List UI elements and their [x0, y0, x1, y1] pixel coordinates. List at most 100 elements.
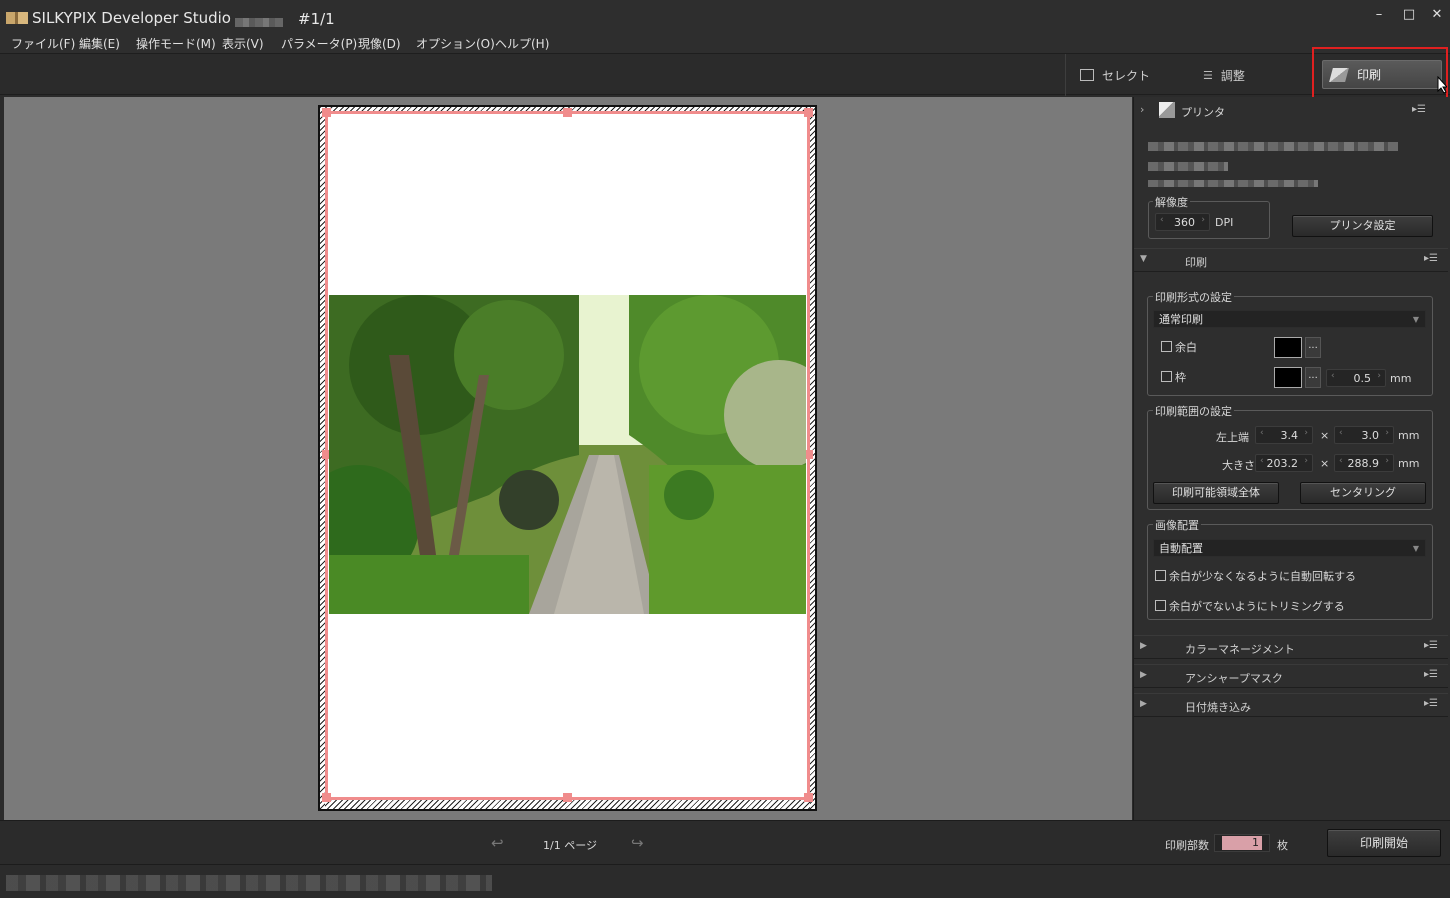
size-unit: mm: [1398, 457, 1420, 470]
print-menu-icon[interactable]: ▸☰: [1424, 253, 1438, 264]
section-menu-icon[interactable]: ▸☰: [1424, 698, 1438, 709]
trim-label: 余白がでないようにトリミングする: [1169, 600, 1345, 613]
maximize-button[interactable]: □: [1398, 6, 1420, 24]
frame-unit: mm: [1390, 372, 1412, 385]
redacted-printer-name: [1148, 142, 1398, 151]
image-layout-title: 画像配置: [1153, 517, 1201, 533]
full-printable-area-button[interactable]: 印刷可能領域全体: [1153, 482, 1279, 504]
resize-handle-b[interactable]: [563, 793, 572, 802]
trim-checkbox[interactable]: [1155, 600, 1166, 611]
minimize-button[interactable]: –: [1368, 6, 1390, 24]
frame-color-swatch[interactable]: [1274, 367, 1302, 388]
printer-settings-button[interactable]: プリンタ設定: [1292, 215, 1433, 237]
times-sign: ×: [1320, 429, 1330, 442]
top-left-label: 左上端: [1216, 431, 1249, 444]
close-button[interactable]: ✕: [1426, 6, 1448, 24]
section-menu-icon[interactable]: ▸☰: [1424, 640, 1438, 651]
margin-label: 余白: [1175, 341, 1197, 354]
menu-options[interactable]: オプション(O): [416, 35, 495, 52]
size-height-spinner[interactable]: ‹ 288.9 ›: [1334, 454, 1394, 472]
size-label: 大きさ: [1222, 459, 1255, 472]
top-left-unit: mm: [1398, 429, 1420, 442]
unsharp-mask-section-header[interactable]: ▶ アンシャープマスク ▸☰: [1134, 664, 1448, 688]
centering-button[interactable]: センタリング: [1300, 482, 1426, 504]
menu-help[interactable]: ヘルプ(H): [495, 35, 549, 52]
frame-color-picker-button[interactable]: ...: [1305, 367, 1321, 388]
menu-develop[interactable]: 現像(D): [358, 35, 401, 52]
mode-select-button[interactable]: セレクト: [1080, 64, 1150, 86]
auto-rotate-label: 余白が少なくなるように自動回転する: [1169, 570, 1356, 583]
color-management-section-header[interactable]: ▶ カラーマネージメント ▸☰: [1134, 635, 1448, 659]
auto-rotate-checkbox[interactable]: [1155, 570, 1166, 581]
mode-select-label: セレクト: [1102, 68, 1151, 83]
page-indicator: 1/1 ページ: [543, 839, 597, 852]
print-mode-highlight: [1312, 47, 1448, 102]
resolution-label: 解像度: [1153, 194, 1190, 210]
prev-page-icon[interactable]: ↩: [491, 834, 504, 852]
printer-menu-icon[interactable]: ▸☰: [1412, 104, 1426, 115]
select-mode-icon: [1080, 69, 1094, 81]
redacted-status-text: [6, 875, 492, 891]
expand-printer-icon[interactable]: ›: [1140, 103, 1144, 116]
window-title: SILKYPIX Developer Studio: [32, 9, 231, 27]
top-left-x-spinner[interactable]: ‹ 3.4 ›: [1255, 426, 1313, 444]
margin-color-picker-button[interactable]: ...: [1305, 337, 1321, 358]
collapsed-arrow-icon: ▶: [1140, 699, 1147, 709]
mode-toolbar: セレクト ☰ 調整 印刷: [0, 53, 1450, 96]
printer-section-title: プリンタ: [1181, 106, 1225, 119]
print-format-title: 印刷形式の設定: [1153, 289, 1234, 305]
top-left-y-spinner[interactable]: ‹ 3.0 ›: [1334, 426, 1394, 444]
section-menu-icon[interactable]: ▸☰: [1424, 669, 1438, 680]
copies-label: 印刷部数: [1165, 839, 1209, 852]
print-section-title: 印刷: [1185, 256, 1207, 269]
expanded-arrow-icon: ▼: [1140, 254, 1147, 264]
chevron-down-icon: ▼: [1412, 315, 1419, 324]
print-section-header[interactable]: ▼ 印刷 ▸☰: [1134, 248, 1448, 272]
frame-width-spinner[interactable]: ‹ 0.5 ›: [1326, 369, 1386, 387]
margin-color-swatch[interactable]: [1274, 337, 1302, 358]
mode-adjust-button[interactable]: ☰ 調整: [1203, 64, 1245, 86]
resize-handle-bl[interactable]: [322, 793, 331, 802]
frame-label: 枠: [1175, 371, 1186, 384]
menu-view[interactable]: 表示(V): [222, 35, 264, 52]
next-page-icon[interactable]: ↪: [631, 834, 644, 852]
menu-parameter[interactable]: パラメータ(P): [281, 35, 357, 52]
resize-handle-t[interactable]: [563, 108, 572, 117]
toolbar-divider: [1065, 54, 1066, 96]
menu-bar: ファイル(F) 編集(E) 操作モード(M) 表示(V) パラメータ(P) 現像…: [0, 32, 1450, 53]
document-index: #1/1: [298, 10, 335, 28]
redacted-printer-info: [1148, 162, 1228, 171]
date-imprint-section-header[interactable]: ▶ 日付焼き込み ▸☰: [1134, 693, 1448, 717]
times-sign-2: ×: [1320, 457, 1330, 470]
mode-adjust-label: 調整: [1220, 68, 1245, 83]
chevron-down-icon: ▼: [1412, 544, 1419, 553]
mouse-cursor-icon: [1437, 76, 1447, 94]
copies-input[interactable]: 1: [1222, 836, 1262, 850]
menu-edit[interactable]: 編集(E): [79, 35, 120, 52]
resize-handle-tl[interactable]: [322, 108, 331, 117]
frame-checkbox[interactable]: [1161, 371, 1172, 382]
copies-unit: 枚: [1277, 839, 1288, 852]
redacted-printer-paper: [1148, 180, 1318, 187]
resize-handle-tr[interactable]: [804, 108, 813, 117]
collapsed-arrow-icon: ▶: [1140, 641, 1147, 651]
image-layout-select[interactable]: 自動配置 ▼: [1153, 539, 1426, 557]
menu-file[interactable]: ファイル(F): [11, 35, 75, 52]
preview-photo[interactable]: [329, 295, 806, 614]
title-bar: SILKYPIX Developer Studio #1/1 – □ ✕: [0, 0, 1450, 32]
app-logo-icon: [6, 12, 28, 24]
redacted-version: [235, 18, 283, 27]
start-print-button[interactable]: 印刷開始: [1327, 829, 1441, 857]
resolution-unit: DPI: [1215, 216, 1234, 229]
sliders-icon: ☰: [1203, 68, 1213, 82]
printer-icon: [1159, 102, 1175, 118]
margin-checkbox[interactable]: [1161, 341, 1172, 352]
collapsed-arrow-icon: ▶: [1140, 670, 1147, 680]
print-format-select[interactable]: 通常印刷 ▼: [1153, 310, 1426, 328]
resize-handle-br[interactable]: [804, 793, 813, 802]
print-range-title: 印刷範囲の設定: [1153, 403, 1234, 419]
resolution-spinner[interactable]: ‹ 360 ›: [1155, 213, 1210, 231]
copies-spinner[interactable]: 1: [1214, 834, 1270, 852]
menu-operation-mode[interactable]: 操作モード(M): [136, 35, 216, 52]
size-width-spinner[interactable]: ‹ 203.2 ›: [1255, 454, 1313, 472]
